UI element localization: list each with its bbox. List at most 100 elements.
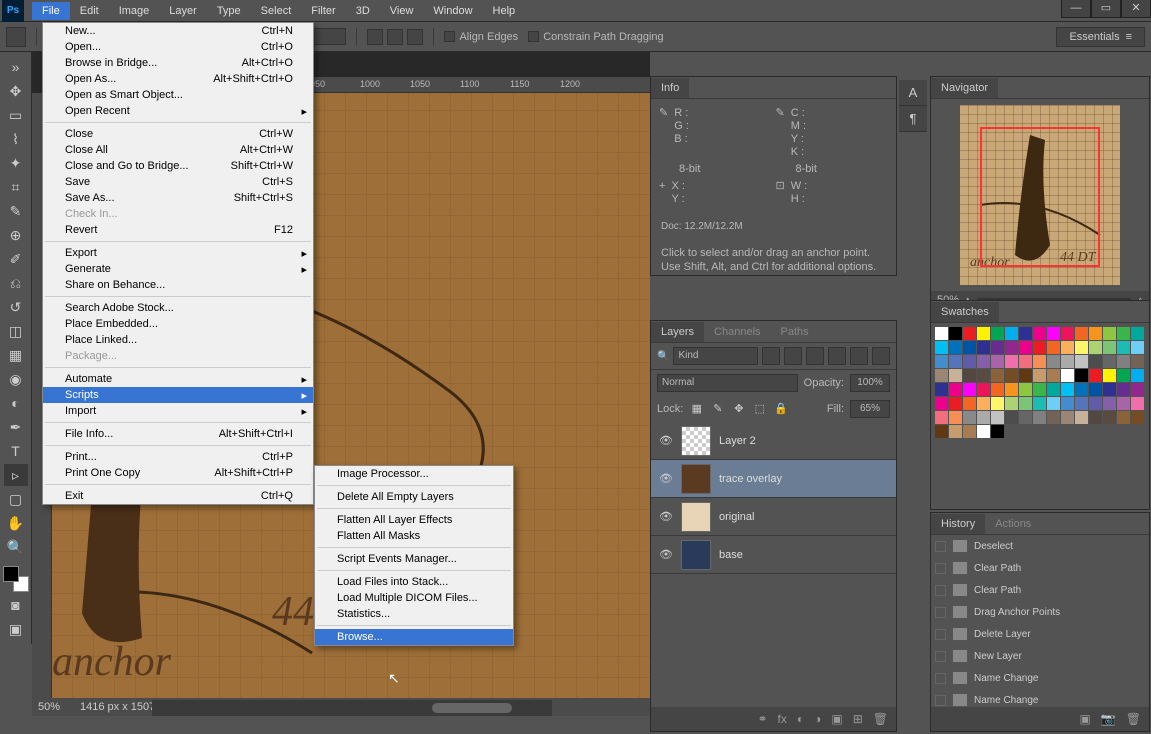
swatch[interactable] bbox=[1047, 369, 1060, 382]
menu-filter[interactable]: Filter bbox=[301, 2, 345, 20]
swatch[interactable] bbox=[1019, 355, 1032, 368]
swatch[interactable] bbox=[949, 341, 962, 354]
history-row[interactable]: Clear Path bbox=[931, 557, 1149, 579]
menu-select[interactable]: Select bbox=[251, 2, 302, 20]
actions-tab[interactable]: Actions bbox=[985, 514, 1041, 534]
menu-file[interactable]: File bbox=[32, 2, 70, 20]
menu-item-print-one-copy[interactable]: Print One CopyAlt+Shift+Ctrl+P bbox=[43, 465, 313, 481]
menu-item-print-[interactable]: Print...Ctrl+P bbox=[43, 449, 313, 465]
swatch[interactable] bbox=[1047, 327, 1060, 340]
swatch[interactable] bbox=[1131, 411, 1144, 424]
menu-item-file-info-[interactable]: File Info...Alt+Shift+Ctrl+I bbox=[43, 426, 313, 442]
shape-tool[interactable]: ▢ bbox=[4, 488, 28, 510]
zoom-tool[interactable]: 🔍 bbox=[4, 536, 28, 558]
expand-icon[interactable]: » bbox=[4, 56, 28, 78]
layer-thumbnail[interactable] bbox=[681, 426, 711, 456]
lock-pixels-icon[interactable]: ✎ bbox=[710, 402, 725, 417]
swatch[interactable] bbox=[949, 397, 962, 410]
swatch[interactable] bbox=[1047, 397, 1060, 410]
menu-item-place-linked-[interactable]: Place Linked... bbox=[43, 332, 313, 348]
menu-item-open-[interactable]: Open...Ctrl+O bbox=[43, 39, 313, 55]
swatch[interactable] bbox=[1103, 355, 1116, 368]
swatch[interactable] bbox=[1019, 397, 1032, 410]
history-check[interactable] bbox=[935, 607, 946, 618]
clone-tool[interactable]: ⎌ bbox=[4, 272, 28, 294]
menu-item-flatten-all-masks[interactable]: Flatten All Masks bbox=[315, 528, 513, 544]
h-scrollbar[interactable] bbox=[152, 700, 552, 716]
menu-item-revert[interactable]: RevertF12 bbox=[43, 222, 313, 238]
menu-item-load-files-into-stack-[interactable]: Load Files into Stack... bbox=[315, 574, 513, 590]
menu-item-browse-[interactable]: Browse... bbox=[315, 629, 513, 645]
new-layer-icon[interactable]: ⊞ bbox=[853, 712, 863, 726]
menu-item-exit[interactable]: ExitCtrl+Q bbox=[43, 488, 313, 504]
lock-pos-icon[interactable]: ✥ bbox=[731, 402, 746, 417]
history-check[interactable] bbox=[935, 585, 946, 596]
layer-name[interactable]: original bbox=[719, 511, 754, 523]
type-tool[interactable]: T bbox=[4, 440, 28, 462]
swatch[interactable] bbox=[1005, 369, 1018, 382]
swatch[interactable] bbox=[1089, 355, 1102, 368]
lasso-tool[interactable]: ⌇ bbox=[4, 128, 28, 150]
swatch[interactable] bbox=[991, 369, 1004, 382]
swatch[interactable] bbox=[1005, 327, 1018, 340]
menu-item-save[interactable]: SaveCtrl+S bbox=[43, 174, 313, 190]
history-row[interactable]: Drag Anchor Points bbox=[931, 601, 1149, 623]
swatch[interactable] bbox=[1033, 369, 1046, 382]
history-check[interactable] bbox=[935, 541, 946, 552]
swatch[interactable] bbox=[1075, 355, 1088, 368]
swatch[interactable] bbox=[935, 383, 948, 396]
menu-item-image-processor-[interactable]: Image Processor... bbox=[315, 466, 513, 482]
swatch[interactable] bbox=[991, 341, 1004, 354]
swatch[interactable] bbox=[1117, 369, 1130, 382]
swatch[interactable] bbox=[1033, 411, 1046, 424]
swatch[interactable] bbox=[1089, 397, 1102, 410]
swatch[interactable] bbox=[949, 355, 962, 368]
tool-preset-icon[interactable] bbox=[6, 27, 26, 47]
swatch[interactable] bbox=[935, 355, 948, 368]
close-window-button[interactable]: ✕ bbox=[1121, 0, 1151, 18]
swatch[interactable] bbox=[935, 425, 948, 438]
maximize-button[interactable]: ▭ bbox=[1091, 0, 1121, 18]
healing-tool[interactable]: ⊕ bbox=[4, 224, 28, 246]
layer-name[interactable]: base bbox=[719, 549, 743, 561]
menu-item-share-on-behance-[interactable]: Share on Behance... bbox=[43, 277, 313, 293]
layer-name[interactable]: Layer 2 bbox=[719, 435, 756, 447]
swatch[interactable] bbox=[1103, 327, 1116, 340]
swatch[interactable] bbox=[1117, 383, 1130, 396]
fg-color[interactable] bbox=[3, 566, 19, 582]
swatch[interactable] bbox=[1131, 355, 1144, 368]
paths-tab[interactable]: Paths bbox=[771, 322, 819, 342]
channels-tab[interactable]: Channels bbox=[704, 322, 770, 342]
menu-item-statistics-[interactable]: Statistics... bbox=[315, 606, 513, 622]
info-tab[interactable]: Info bbox=[651, 78, 689, 98]
swatch[interactable] bbox=[991, 425, 1004, 438]
history-brush-tool[interactable]: ↺ bbox=[4, 296, 28, 318]
workspace-switcher[interactable]: Essentials ≡ bbox=[1056, 27, 1145, 47]
swatch[interactable] bbox=[935, 341, 948, 354]
menu-help[interactable]: Help bbox=[483, 2, 526, 20]
swatch[interactable] bbox=[1047, 341, 1060, 354]
filter-type-icon[interactable] bbox=[806, 347, 824, 365]
filter-toggle-icon[interactable] bbox=[872, 347, 890, 365]
swatch[interactable] bbox=[949, 425, 962, 438]
swatch[interactable] bbox=[991, 383, 1004, 396]
swatch[interactable] bbox=[1061, 327, 1074, 340]
layer-row[interactable]: 👁base bbox=[651, 536, 896, 574]
swatch[interactable] bbox=[1033, 327, 1046, 340]
swatch[interactable] bbox=[1089, 383, 1102, 396]
swatch[interactable] bbox=[1075, 397, 1088, 410]
swatch[interactable] bbox=[1089, 341, 1102, 354]
eraser-tool[interactable]: ◫ bbox=[4, 320, 28, 342]
swatch[interactable] bbox=[963, 383, 976, 396]
filter-adjust-icon[interactable] bbox=[784, 347, 802, 365]
filter-shape-icon[interactable] bbox=[828, 347, 846, 365]
swatch[interactable] bbox=[991, 397, 1004, 410]
swatch[interactable] bbox=[1075, 411, 1088, 424]
menu-item-browse-in-bridge-[interactable]: Browse in Bridge...Alt+Ctrl+O bbox=[43, 55, 313, 71]
swatch[interactable] bbox=[1047, 383, 1060, 396]
swatch[interactable] bbox=[1033, 341, 1046, 354]
swatch[interactable] bbox=[1075, 369, 1088, 382]
menu-item-delete-all-empty-layers[interactable]: Delete All Empty Layers bbox=[315, 489, 513, 505]
swatch[interactable] bbox=[991, 327, 1004, 340]
swatch[interactable] bbox=[1131, 397, 1144, 410]
